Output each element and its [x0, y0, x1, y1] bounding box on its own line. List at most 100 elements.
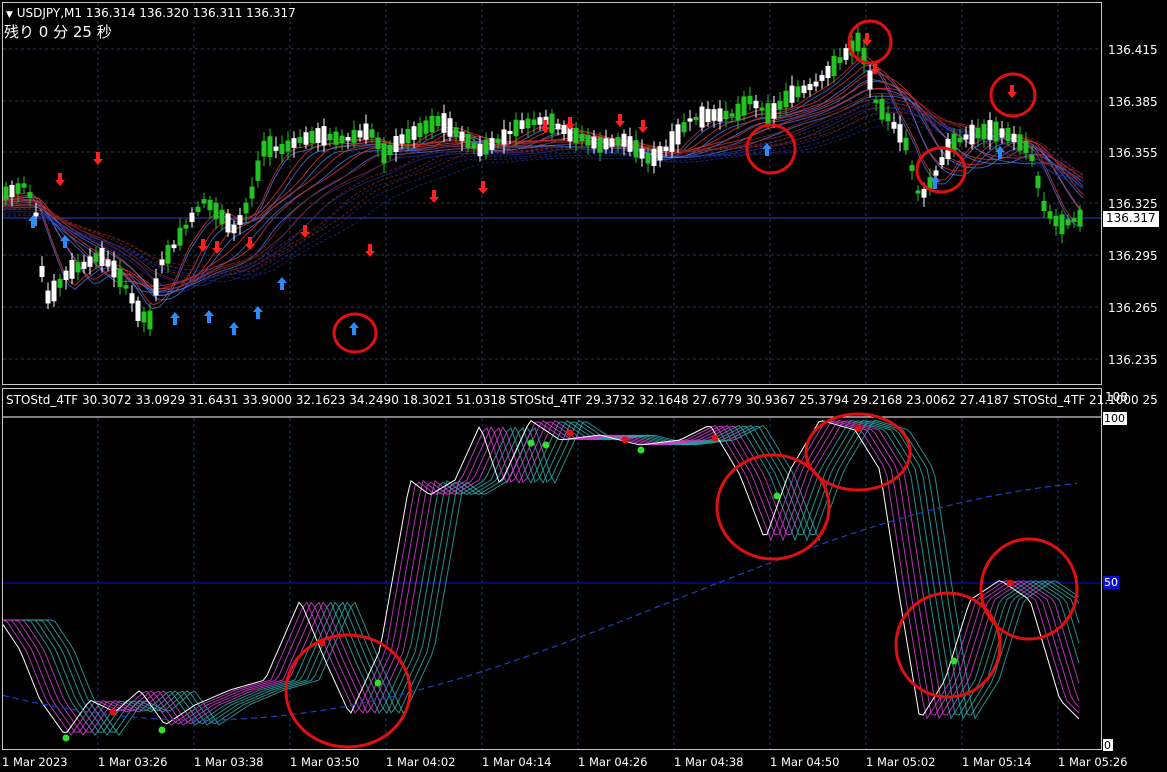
symbol-info: ▼ USDJPY,M1 136.314 136.320 136.311 136.… [6, 6, 296, 21]
sell-arrow-icon [1007, 85, 1017, 98]
candle-body [159, 259, 165, 266]
candle-body [921, 189, 927, 198]
candle-body [585, 134, 591, 146]
candle-body [243, 202, 249, 214]
candle-body [1059, 214, 1065, 235]
candle-body [735, 103, 741, 121]
candle-body [93, 253, 99, 263]
candle-body [303, 132, 309, 145]
sell-arrow-icon [55, 173, 65, 186]
buy-arrow-icon [229, 322, 239, 335]
candle-body [327, 133, 333, 141]
signal-dot-green [542, 441, 550, 449]
candle-body [45, 290, 51, 304]
price-axis-label: 136.385 [1108, 95, 1158, 109]
candle-body [1077, 209, 1083, 227]
candle-body [255, 160, 261, 181]
candle-body [741, 96, 747, 116]
candle-body [129, 293, 135, 304]
sell-arrow-icon [365, 244, 375, 257]
candle-body [435, 116, 441, 126]
indicator-level-100: 100 [1104, 412, 1125, 425]
price-axis-label: 136.325 [1108, 197, 1158, 211]
candle-body [963, 134, 969, 140]
candle-body [531, 119, 537, 125]
buy-arrow-icon [170, 312, 180, 325]
candle-body [1017, 134, 1023, 151]
candle-body [333, 131, 339, 145]
candle-body [489, 138, 495, 150]
candle-body [135, 300, 141, 321]
signal-dot-green [637, 446, 645, 454]
candle-body [123, 285, 129, 289]
candle-body [729, 113, 735, 117]
signal-dot-red [1006, 579, 1014, 587]
candle-body [675, 124, 681, 145]
candle-body [423, 120, 429, 134]
time-axis-label: 1 Mar 04:38 [674, 755, 744, 769]
mt4-chart-window: { "header": { "symbol_line": "USDJPY,M1 … [0, 0, 1167, 772]
candle-body [957, 137, 963, 143]
candle-body [279, 143, 285, 155]
candle-body [51, 280, 57, 302]
candle-body [351, 129, 357, 143]
candle-body [87, 256, 93, 267]
candle-body [465, 133, 471, 149]
candle-body [885, 113, 891, 122]
candle-body [21, 183, 27, 188]
buy-arrow-icon [253, 306, 263, 319]
candle-body [183, 224, 189, 229]
candle-body [405, 128, 411, 144]
candle-body [261, 140, 267, 157]
indicator-level-0: 0 [1104, 739, 1111, 752]
candle-body [33, 212, 39, 217]
candle-body [3, 186, 9, 200]
sell-arrow-icon [245, 237, 255, 250]
candle-body [705, 108, 711, 123]
time-axis-label: 1 Mar 03:26 [98, 755, 168, 769]
dropdown-triangle-icon[interactable]: ▼ [6, 10, 13, 20]
candle-body [663, 146, 669, 152]
candle-body [627, 136, 633, 152]
chart-canvas [2, 3, 1101, 749]
candle-body [1047, 211, 1053, 219]
candle-body [219, 209, 225, 225]
signal-dot-red [566, 429, 574, 437]
sell-arrow-icon [638, 120, 648, 133]
candle-body [375, 137, 381, 150]
sell-arrow-icon [93, 152, 103, 165]
sell-arrow-icon [478, 181, 488, 194]
candle-body [819, 75, 825, 81]
price-axis-label: 136.265 [1108, 301, 1158, 315]
candle-body [633, 140, 639, 158]
candle-body [381, 143, 387, 164]
buy-arrow-icon [60, 235, 70, 248]
candle-body [915, 190, 921, 194]
candle-body [753, 100, 759, 109]
ma-ribbon-blue [2, 88, 1084, 293]
candle-body [153, 278, 159, 296]
candle-body [975, 127, 981, 139]
time-axis-label: 1 Mar 04:50 [770, 755, 840, 769]
candle-body [429, 115, 435, 133]
candle-body [291, 138, 297, 148]
candle-body [1041, 200, 1047, 212]
candle-body [879, 98, 885, 120]
candle-body [651, 148, 657, 166]
candle-body [237, 215, 243, 225]
candle-body [939, 157, 945, 165]
signal-dot-green [158, 726, 166, 734]
candle-body [813, 81, 819, 87]
candle-body [717, 108, 723, 122]
candle-body [393, 135, 399, 153]
signal-dot-red [854, 424, 862, 432]
candle-body [477, 143, 483, 157]
candle-body [321, 126, 327, 146]
time-axis-label: 1 Mar 03:50 [290, 755, 360, 769]
candle-body [903, 137, 909, 151]
candle-body [837, 57, 843, 63]
time-axis-label: 1 Mar 05:14 [962, 755, 1032, 769]
ma-ribbon-blue [2, 60, 1084, 310]
candle-body [891, 121, 897, 129]
candle-body [195, 206, 201, 213]
